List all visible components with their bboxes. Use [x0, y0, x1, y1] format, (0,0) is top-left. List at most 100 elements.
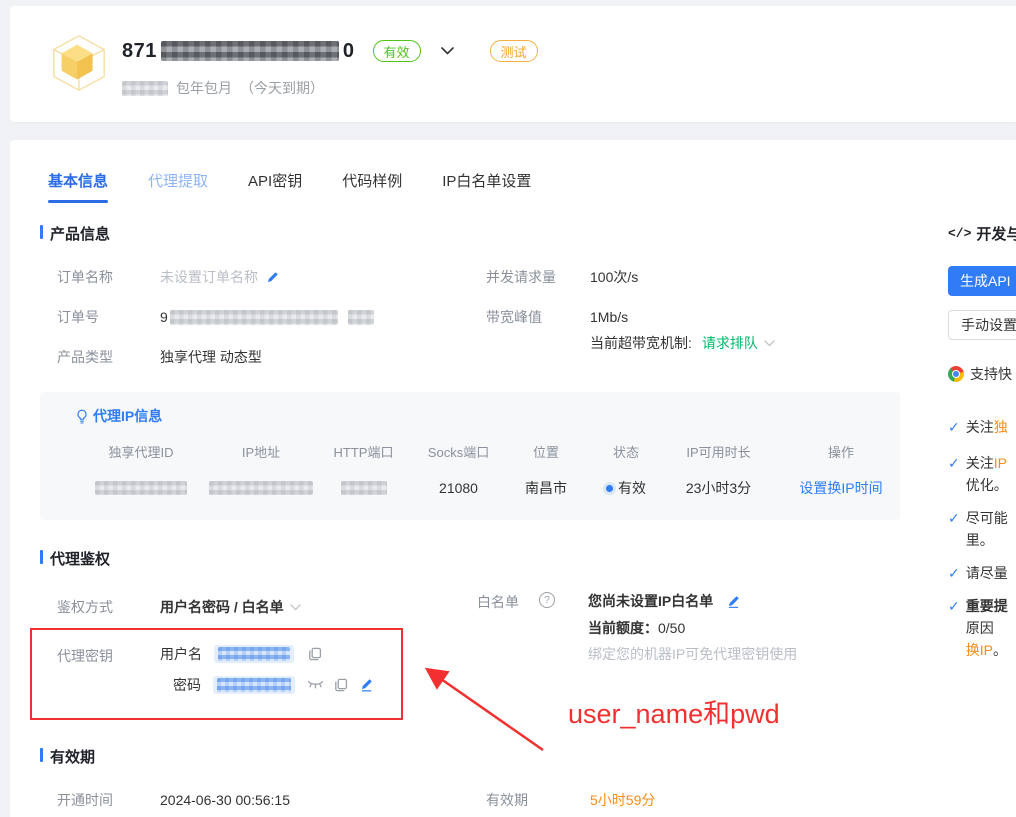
checklist-item: ✓ 关注IP优化。	[948, 452, 1016, 496]
tab-code-sample[interactable]: 代码样例	[342, 170, 402, 203]
password-value-redacted	[213, 676, 295, 694]
auth-mode-select[interactable]: 用户名密码 / 白名单	[160, 597, 284, 617]
check-icon: ✓	[948, 416, 960, 438]
over-bandwidth-value[interactable]: 请求排队	[702, 333, 758, 353]
over-bandwidth-chevron-icon[interactable]	[764, 340, 775, 347]
bulb-icon	[76, 409, 88, 424]
col-http-port: HTTP端口	[316, 442, 411, 461]
proxy-ip-info-title: 代理IP信息	[93, 406, 162, 426]
generate-api-button[interactable]: 生成API	[948, 266, 1016, 296]
section-title-product-info: 产品信息	[40, 223, 110, 244]
ip-address-redacted	[206, 481, 316, 495]
order-id-suffix: 0	[343, 40, 355, 63]
annotation-text: user_name和pwd	[568, 692, 780, 731]
auth-mode-chevron-icon[interactable]	[290, 604, 301, 611]
username-label: 用户名	[160, 644, 202, 664]
col-available-time: IP可用时长	[666, 442, 771, 461]
col-location: 位置	[506, 442, 586, 461]
edit-order-name-icon[interactable]	[266, 271, 279, 284]
remaining-value: 5小时59分	[590, 790, 655, 810]
support-text: 支持快	[970, 364, 1012, 384]
start-time-label: 开通时间	[57, 790, 160, 810]
change-ip-link[interactable]: 换IP	[966, 642, 993, 658]
annotation-arrow	[415, 662, 555, 754]
order-no-redacted-2	[348, 310, 374, 325]
chevron-down-icon[interactable]	[441, 47, 454, 55]
tab-api-key[interactable]: API密钥	[248, 170, 302, 203]
check-icon: ✓	[948, 595, 960, 661]
sidebar-title: 开发与	[976, 223, 1016, 244]
dev-sidebar: </> 开发与 生成API 手动设置 支持快 ✓ 关注独 ✓ 关注IP优化。 ✓…	[948, 223, 1016, 672]
set-ip-rotation-link[interactable]: 设置换IP时间	[771, 478, 911, 498]
order-detail-card: 基本信息 代理提取 API密钥 代码样例 IP白名单设置 产品信息 订单名称 未…	[10, 140, 1016, 817]
tab-ip-whitelist[interactable]: IP白名单设置	[442, 170, 531, 203]
section-title-validity: 有效期	[40, 746, 95, 767]
order-id-prefix: 871	[122, 40, 157, 63]
tab-proxy-extract[interactable]: 代理提取	[148, 170, 208, 203]
expiry-note: （今天到期）	[240, 78, 324, 98]
tab-basic-info[interactable]: 基本信息	[48, 170, 108, 203]
checklist-link[interactable]: IP	[994, 455, 1007, 471]
billing-cycle: 包年包月	[176, 78, 232, 98]
username-value-redacted	[214, 645, 294, 663]
order-id-redacted	[161, 41, 339, 61]
password-label: 密码	[173, 675, 201, 695]
manual-setting-button[interactable]: 手动设置	[948, 310, 1016, 340]
toggle-password-visibility-icon[interactable]	[307, 680, 324, 691]
location-value: 南昌市	[506, 478, 586, 498]
status-dot-icon	[606, 485, 613, 492]
over-bandwidth-label: 当前超带宽机制:	[590, 333, 692, 353]
order-name-value: 未设置订单名称	[160, 267, 258, 287]
checklist-link[interactable]: 独	[994, 419, 1008, 435]
http-port-redacted	[316, 481, 411, 495]
status-badge: 有效	[373, 40, 421, 62]
order-no-redacted	[170, 310, 338, 325]
help-icon[interactable]: ?	[539, 592, 555, 608]
remaining-label: 有效期	[486, 790, 590, 810]
checklist-item: ✓ 请尽量	[948, 562, 1016, 584]
edit-whitelist-icon[interactable]	[727, 595, 740, 608]
copy-username-icon[interactable]	[308, 647, 322, 661]
col-status: 状态	[586, 442, 666, 461]
check-icon: ✓	[948, 562, 960, 584]
status-value: 有效	[618, 478, 646, 498]
auth-mode-label: 鉴权方式	[57, 597, 160, 617]
whitelist-label: 白名单	[477, 592, 535, 612]
order-detail-page: 871 0 有效 测试 包年包月 （今天到期） 基本信息 代理提取 API密钥 …	[0, 0, 1016, 817]
order-header-card: 871 0 有效 测试 包年包月 （今天到期）	[10, 6, 1016, 122]
bandwidth-label: 带宽峰值	[486, 307, 590, 327]
product-type-value: 独享代理 动态型	[160, 347, 262, 367]
chrome-icon	[948, 366, 964, 382]
available-time-value: 23小时3分	[666, 478, 771, 498]
order-no-label: 订单号	[57, 307, 160, 327]
section-title-proxy-auth: 代理鉴权	[40, 548, 110, 569]
check-icon: ✓	[948, 452, 960, 496]
product-cube-icon	[48, 32, 110, 94]
proxy-key-label: 代理密钥	[57, 646, 113, 666]
concurrency-value: 100次/s	[590, 267, 638, 287]
checklist-item: ✓ 重要提原因换IP。	[948, 595, 1016, 661]
check-icon: ✓	[948, 507, 960, 551]
checklist-item: ✓ 关注独	[948, 416, 1016, 438]
copy-password-icon[interactable]	[334, 678, 348, 692]
start-time-value: 2024-06-30 00:56:15	[160, 792, 290, 808]
col-socks-port: Socks端口	[411, 442, 506, 461]
proxy-ip-info-box: 代理IP信息 独享代理ID IP地址 HTTP端口 Socks端口 位置 状态 …	[40, 392, 900, 520]
whitelist-status: 您尚未设置IP白名单	[588, 591, 713, 611]
col-proxy-id: 独享代理ID	[76, 442, 206, 461]
product-type-label: 产品类型	[57, 347, 160, 367]
checklist-item: ✓ 尽可能里。	[948, 507, 1016, 551]
proxy-ip-table-header: 独享代理ID IP地址 HTTP端口 Socks端口 位置 状态 IP可用时长 …	[76, 442, 911, 461]
col-ip-address: IP地址	[206, 442, 316, 461]
proxy-id-redacted	[76, 481, 206, 495]
order-name-label: 订单名称	[57, 267, 160, 287]
status-cell: 有效	[586, 478, 666, 498]
quota-label: 当前额度：	[588, 618, 658, 638]
tab-bar: 基本信息 代理提取 API密钥 代码样例 IP白名单设置	[48, 170, 531, 203]
bandwidth-value: 1Mb/s	[590, 309, 628, 325]
plan-name-redacted	[122, 81, 168, 96]
code-icon: </>	[948, 226, 971, 241]
proxy-ip-table-row: 21080 南昌市 有效 23小时3分 设置换IP时间	[76, 478, 911, 498]
edit-password-icon[interactable]	[360, 678, 373, 692]
test-badge: 测试	[490, 40, 538, 62]
